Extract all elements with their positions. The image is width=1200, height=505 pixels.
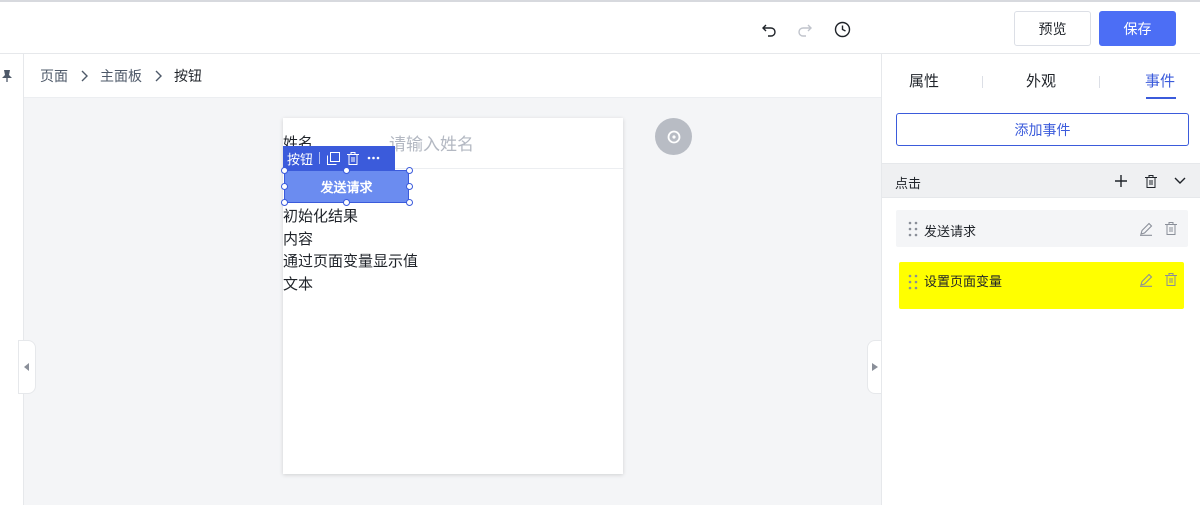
action-item[interactable]: 发送请求 bbox=[896, 210, 1188, 247]
resize-handle[interactable] bbox=[406, 167, 413, 174]
name-input[interactable]: 请输入姓名 bbox=[389, 130, 474, 155]
resize-handle[interactable] bbox=[406, 199, 413, 206]
top-toolbar: 预览 保存 bbox=[0, 0, 1200, 54]
resize-handle[interactable] bbox=[343, 167, 350, 174]
save-button[interactable]: 保存 bbox=[1099, 11, 1176, 46]
add-event-button[interactable]: 添加事件 bbox=[896, 113, 1189, 146]
caret-left-icon bbox=[24, 363, 29, 371]
resize-handle[interactable] bbox=[406, 183, 413, 190]
event-group-label: 点击 bbox=[895, 177, 922, 192]
left-collapse-handle[interactable] bbox=[18, 340, 36, 394]
chevron-right-icon bbox=[80, 70, 88, 82]
copy-icon[interactable] bbox=[326, 151, 340, 165]
tab-properties[interactable]: 属性 bbox=[909, 70, 939, 91]
delete-icon[interactable] bbox=[346, 151, 360, 165]
resize-handle[interactable] bbox=[281, 183, 288, 190]
caret-right-icon bbox=[872, 363, 878, 371]
event-group-header[interactable]: 点击 bbox=[882, 163, 1200, 198]
edit-icon[interactable] bbox=[1138, 221, 1153, 236]
breadcrumb-item[interactable]: 页面 bbox=[40, 66, 68, 86]
delete-icon[interactable] bbox=[1163, 221, 1178, 236]
breadcrumb: 页面 主面板 按钮 bbox=[24, 54, 881, 98]
action-label: 设置页面变量 bbox=[924, 275, 1003, 290]
text-plain[interactable]: 文本 bbox=[283, 273, 313, 294]
redo-icon[interactable] bbox=[796, 20, 814, 38]
undo-icon[interactable] bbox=[760, 20, 778, 38]
panel-tabs: 属性 外观 事件 bbox=[882, 54, 1200, 100]
drag-handle-icon[interactable] bbox=[908, 272, 918, 292]
resize-handle[interactable] bbox=[281, 167, 288, 174]
target-icon bbox=[667, 130, 680, 143]
more-icon[interactable] bbox=[366, 151, 380, 165]
delete-icon[interactable] bbox=[1163, 272, 1178, 287]
pin-icon[interactable] bbox=[0, 68, 14, 82]
edit-icon[interactable] bbox=[1138, 272, 1153, 287]
left-sidebar bbox=[0, 54, 24, 505]
page-canvas: 姓名 请输入姓名 按钮 发送请求 初始化结果 内容 通过页面变量显示值 文本 bbox=[281, 118, 623, 474]
active-tab-indicator bbox=[1146, 97, 1176, 99]
breadcrumb-item[interactable]: 主面板 bbox=[100, 66, 142, 86]
history-icon[interactable] bbox=[833, 20, 851, 38]
floating-action-button[interactable] bbox=[655, 118, 692, 155]
chevron-right-icon bbox=[154, 70, 162, 82]
action-item-highlighted[interactable]: 设置页面变量 bbox=[899, 262, 1184, 309]
preview-button[interactable]: 预览 bbox=[1014, 11, 1091, 46]
breadcrumb-current: 按钮 bbox=[174, 68, 202, 85]
delete-icon[interactable] bbox=[1143, 173, 1159, 189]
selection-toolbar: 按钮 bbox=[283, 146, 395, 170]
text-page-variable[interactable]: 通过页面变量显示值 bbox=[283, 250, 418, 271]
tab-events[interactable]: 事件 bbox=[1145, 70, 1175, 91]
selection-component-name: 按钮 bbox=[287, 152, 314, 168]
text-content[interactable]: 内容 bbox=[283, 228, 313, 249]
drag-handle-icon[interactable] bbox=[908, 221, 918, 237]
action-label: 发送请求 bbox=[924, 225, 977, 240]
chevron-down-icon[interactable] bbox=[1172, 173, 1188, 189]
right-panel: 属性 外观 事件 添加事件 点击 发送请求 设置页面变量 bbox=[881, 54, 1200, 505]
tab-appearance[interactable]: 外观 bbox=[1026, 70, 1056, 91]
text-init-result[interactable]: 初始化结果 bbox=[283, 205, 358, 226]
plus-icon[interactable] bbox=[1113, 173, 1129, 189]
